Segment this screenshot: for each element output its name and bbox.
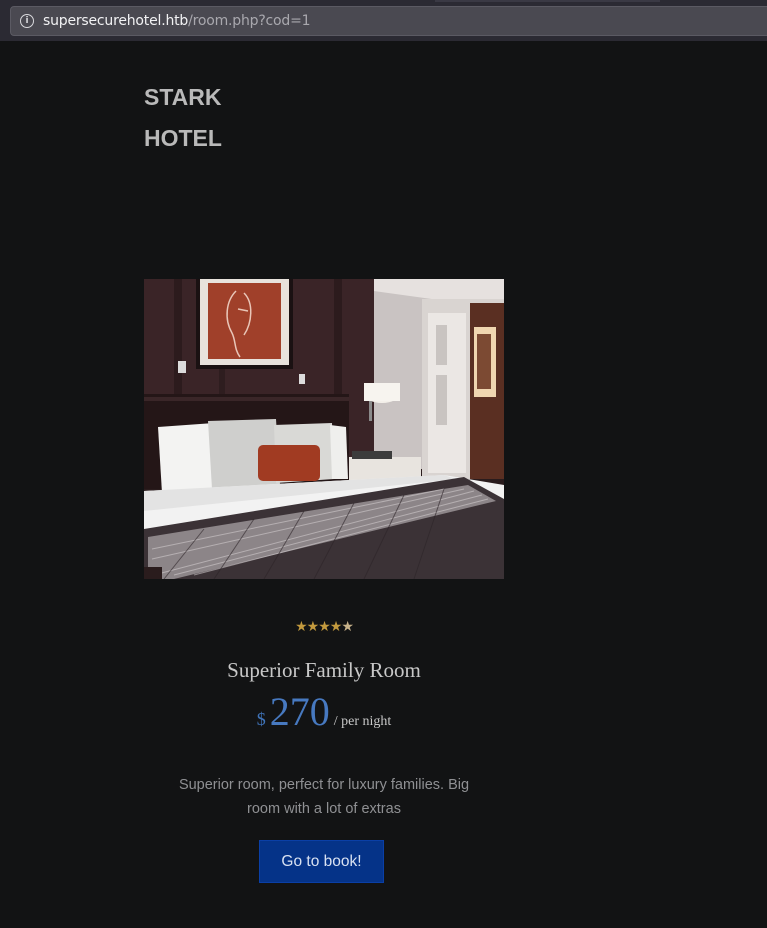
rating-stars: ★★★★★ (144, 620, 504, 634)
room-title: Superior Family Room (227, 658, 421, 682)
star-icon: ★ (318, 619, 331, 635)
address-bar[interactable]: i supersecurehotel.htb/room.php?cod=1 (10, 6, 767, 36)
price-amount: 270 (269, 689, 330, 734)
price: $ 270 / per night (144, 689, 504, 735)
price-unit: / per night (333, 714, 392, 729)
logo-line-2: HOTEL (144, 125, 222, 151)
site-logo[interactable]: STARK HOTEL (144, 77, 222, 159)
star-icon: ★ (329, 619, 343, 635)
star-icon: ★ (306, 619, 320, 635)
tab-strip-accent (435, 0, 660, 2)
star-half-icon: ★ (341, 619, 354, 635)
url-text[interactable]: supersecurehotel.htb/room.php?cod=1 (43, 13, 311, 30)
logo-line-1: STARK (144, 84, 222, 110)
url-host: supersecurehotel.htb (43, 13, 189, 29)
price-currency: $ (256, 709, 266, 729)
star-icon: ★ (295, 619, 308, 635)
browser-toolbar: i supersecurehotel.htb/room.php?cod=1 (0, 0, 767, 41)
info-icon[interactable]: i (20, 14, 34, 28)
room-photo (144, 279, 504, 579)
page-content: STARK HOTEL ★★★★★ Superior Family Room $… (0, 41, 767, 928)
url-path: /room.php?cod=1 (188, 13, 311, 29)
room-description: Superior room, perfect for luxury famili… (178, 777, 470, 817)
book-button[interactable]: Go to book! (259, 840, 384, 883)
